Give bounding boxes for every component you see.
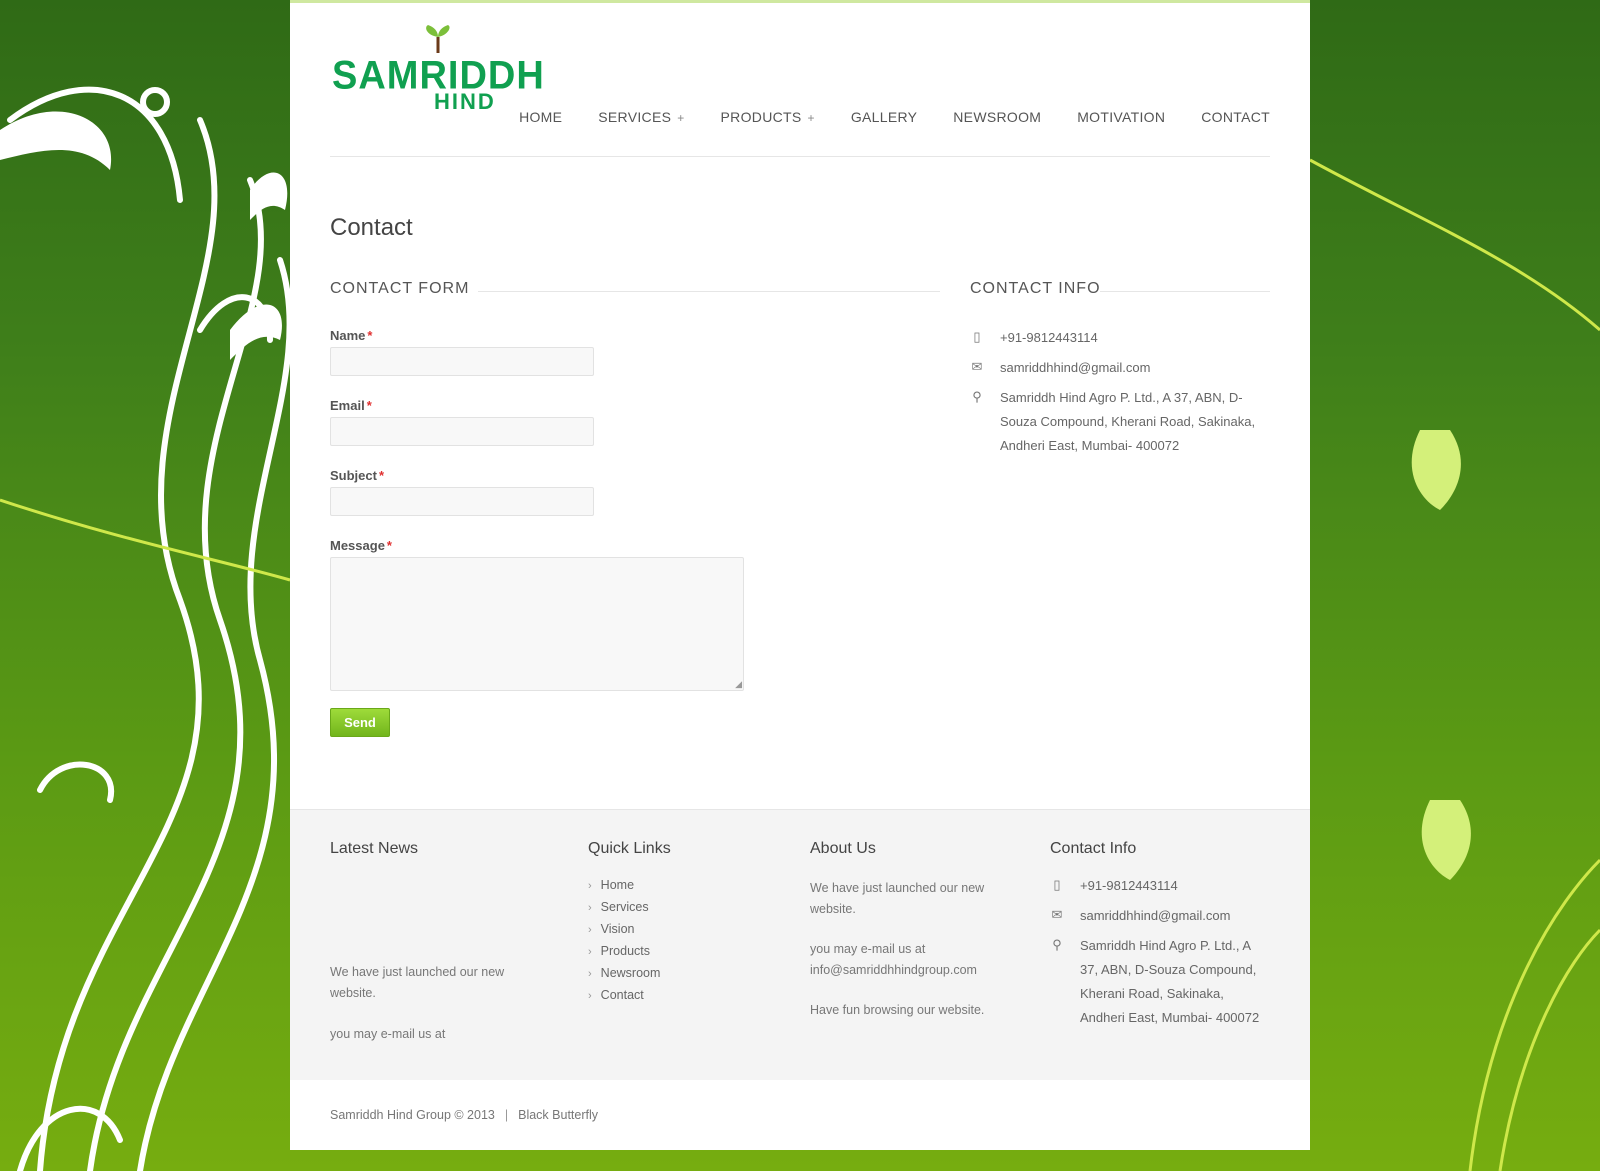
chevron-right-icon: › [588,880,592,892]
message-label: Message * [330,538,392,553]
nav-motivation[interactable]: MOTIVATION [1077,109,1165,125]
send-button[interactable]: Send [330,708,390,737]
footer-phone-row: ▯ +91-9812443114 [1050,874,1270,898]
nav-home-label: HOME [519,109,563,125]
header-divider [330,156,1270,157]
footer-about-heading: About Us [810,840,876,857]
name-label-text: Name [330,328,366,343]
quick-link-label: Contact [600,988,644,1002]
nav-newsroom[interactable]: NEWSROOM [953,109,1041,125]
mail-icon: ✉ [1051,907,1063,922]
latest-news-text-2: you may e-mail us at [330,1027,446,1041]
resize-handle-icon[interactable]: ◢ [735,679,742,690]
chevron-right-icon: › [588,990,592,1002]
email-input[interactable] [330,417,594,446]
footer-email[interactable]: samriddhhind@gmail.com [1080,904,1270,928]
quick-link-label: Vision [600,922,635,936]
contact-phone: +91-9812443114 [1000,330,1098,345]
nav-services[interactable]: SERVICES + [598,109,684,125]
latest-news-text-1: We have just launched our new website. [330,965,505,1000]
page-container: SAMRIDDH HIND HOME SERVICES + PRODUCTS + G… [290,0,1310,1150]
quick-link-label: Newsroom [600,966,661,980]
nav-services-label: SERVICES [598,109,672,125]
nav-home[interactable]: HOME [519,109,562,125]
footer-contact-heading: Contact Info [1050,840,1137,857]
nav-products[interactable]: PRODUCTS + [721,109,815,125]
about-text-2: you may e-mail us at info@samriddhhindgr… [810,942,977,977]
contact-form-heading-rule [478,291,940,292]
nav-newsroom-label: NEWSROOM [953,109,1042,125]
quick-link-home[interactable]: › Home [588,878,634,892]
page-title: Contact [330,214,413,242]
nav-products-label: PRODUCTS [720,109,802,125]
contact-info-heading: CONTACT INFO [970,280,1101,297]
message-textarea[interactable]: ◢ [330,557,744,691]
required-mark: * [367,328,373,343]
required-mark: * [386,538,392,553]
email-label: Email * [330,398,372,413]
contact-email[interactable]: samriddhhind@gmail.com [1000,356,1268,380]
copyright-text: Samriddh Hind Group © 2013 [330,1108,495,1122]
location-icon: ⚲ [1052,937,1062,952]
contact-address: Samriddh Hind Agro P. Ltd., A 37, ABN, D… [1000,390,1256,453]
subject-input[interactable] [330,487,594,516]
quick-link-label: Products [600,944,651,958]
quick-link-newsroom[interactable]: › Newsroom [588,966,660,980]
logo-leaf-icon [426,25,450,53]
contact-form-heading: CONTACT FORM [330,280,470,297]
quick-link-label: Home [600,878,635,892]
footer: Latest News We have just launched our ne… [290,809,1310,1080]
quick-link-products[interactable]: › Products [588,944,650,958]
phone-icon: ▯ [1053,877,1061,892]
message-label-text: Message [330,538,385,553]
nav-motivation-label: MOTIVATION [1077,109,1166,125]
credit-link[interactable]: Black Butterfly [518,1108,598,1122]
required-mark: * [378,468,385,483]
main-nav: HOME SERVICES + PRODUCTS + GALLERY NEWSROO… [483,109,1270,125]
name-label: Name * [330,328,372,343]
about-text-3: Have fun browsing our website. [810,1003,985,1017]
quick-link-services[interactable]: › Services [588,900,649,914]
nav-contact[interactable]: CONTACT [1201,109,1270,125]
chevron-right-icon: › [588,924,592,936]
contact-address-row: ⚲ Samriddh Hind Agro P. Ltd., A 37, ABN,… [970,386,1270,461]
contact-info-heading-rule [1100,291,1270,292]
footer-latest-news-heading: Latest News [330,840,419,857]
nav-gallery[interactable]: GALLERY [851,109,917,125]
footer-quick-links-heading: Quick Links [588,840,671,857]
phone-icon: ▯ [973,329,981,344]
site-logo[interactable]: SAMRIDDH HIND [330,25,544,120]
contact-phone-row: ▯ +91-9812443114 [970,326,1270,350]
footer-email-row: ✉ samriddhhind@gmail.com [1050,904,1270,928]
footer-address: Samriddh Hind Agro P. Ltd., A 37, ABN, D… [1080,938,1260,1025]
mail-icon: ✉ [971,359,983,374]
location-icon: ⚲ [972,389,982,404]
footer-phone: +91-9812443114 [1080,878,1178,893]
quick-link-contact[interactable]: › Contact [588,988,644,1002]
footer-address-row: ⚲ Samriddh Hind Agro P. Ltd., A 37, ABN,… [1050,934,1270,1034]
chevron-right-icon: › [588,902,592,914]
subject-label: Subject * [330,468,384,483]
quick-link-label: Services [600,900,649,914]
expand-plus-icon: + [807,111,815,125]
contact-email-row: ✉ samriddhhind@gmail.com [970,356,1270,380]
name-input[interactable] [330,347,594,376]
copyright-bar: Samriddh Hind Group © 2013 | Black Butterf… [330,1108,598,1122]
email-label-text: Email [330,398,365,413]
required-mark: * [366,398,372,413]
nav-contact-label: CONTACT [1201,109,1270,125]
chevron-right-icon: › [588,968,592,980]
nav-gallery-label: GALLERY [850,109,918,125]
quick-link-vision[interactable]: › Vision [588,922,635,936]
chevron-right-icon: › [588,946,592,958]
copyright-separator: | [504,1108,509,1122]
expand-plus-icon: + [677,111,685,125]
subject-label-text: Subject [330,468,377,483]
about-text-1: We have just launched our new website. [810,881,985,916]
